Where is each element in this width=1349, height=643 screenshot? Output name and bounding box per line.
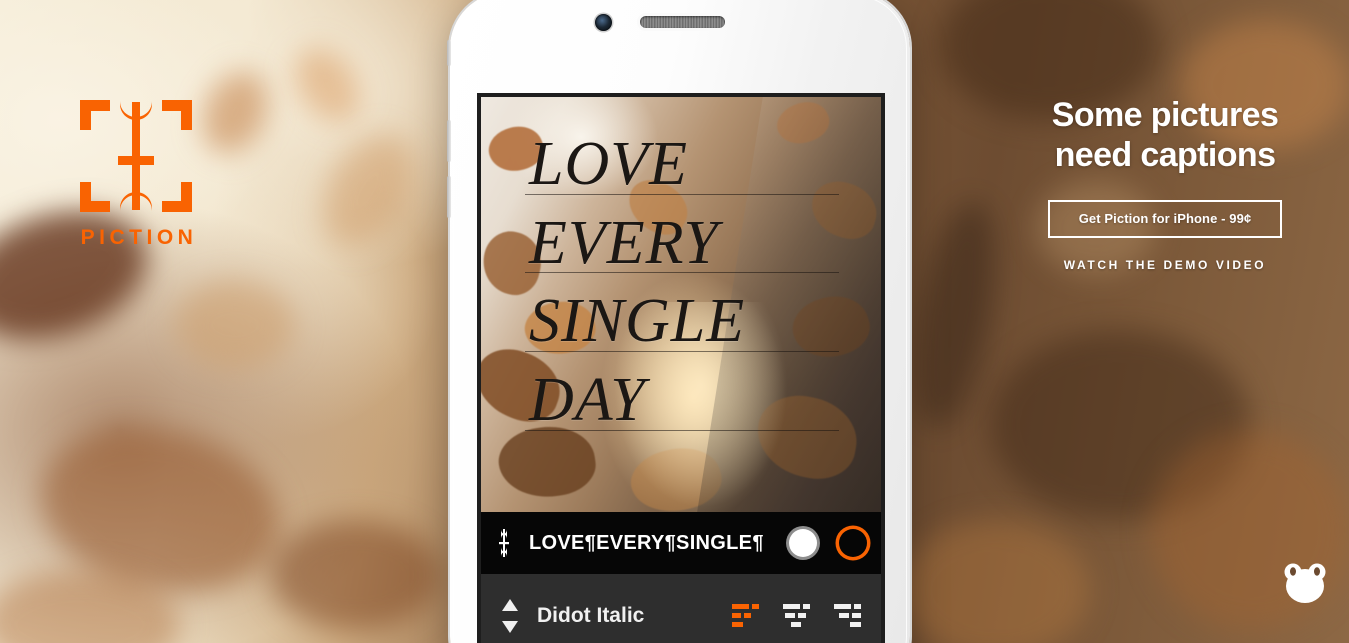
headline-line-1: Some pictures: [1051, 96, 1279, 134]
marketing-panel: Some pictures need captions Get Piction …: [1025, 96, 1305, 272]
device-screen: LOVE EVERY SINGLE DAY LOVE¶EVERY¶SINGLE¶…: [481, 97, 881, 643]
brand-logo[interactable]: PICTION: [80, 100, 198, 250]
mute-switch[interactable]: [447, 40, 451, 66]
caption-line: EVERY: [525, 204, 839, 283]
i-beam-cursor-icon: [495, 528, 513, 558]
up-down-stepper-icon[interactable]: [501, 598, 519, 633]
color-swatch-orange[interactable]: [839, 529, 867, 557]
get-piction-button[interactable]: Get Piction for iPhone - 99¢: [1048, 199, 1282, 238]
background-blur-blob: [175, 280, 295, 370]
font-toolbar: Didot Italic: [481, 574, 881, 643]
volume-up-button[interactable]: [447, 120, 451, 162]
headline-line-2: need captions: [1054, 135, 1276, 174]
photo-canvas[interactable]: LOVE EVERY SINGLE DAY: [481, 97, 881, 512]
background-blur-blob: [270, 520, 440, 630]
watch-demo-video-link[interactable]: WATCH THE DEMO VIDEO: [1025, 258, 1305, 272]
color-swatch-white[interactable]: [789, 529, 817, 557]
page-title: Some pictures need captions: [1025, 96, 1305, 176]
frog-face-icon[interactable]: [1279, 561, 1331, 605]
text-cursor-crop-marks-icon: [80, 100, 192, 212]
align-left-button[interactable]: [732, 602, 759, 629]
earpiece-speaker-icon: [640, 16, 725, 28]
caption-line: DAY: [525, 361, 839, 440]
align-center-button[interactable]: [783, 602, 810, 629]
crop-mark-top-left-icon: [80, 100, 110, 130]
photo-caption-overlay: LOVE EVERY SINGLE DAY: [525, 125, 839, 440]
caption-line: SINGLE: [525, 282, 839, 361]
front-camera-icon: [595, 14, 612, 31]
caption-input-bar: LOVE¶EVERY¶SINGLE¶: [481, 512, 881, 574]
iphone-device: LOVE EVERY SINGLE DAY LOVE¶EVERY¶SINGLE¶…: [447, 0, 910, 643]
brand-name: PICTION: [80, 226, 198, 249]
crop-mark-bottom-left-icon: [80, 182, 110, 212]
caption-line: LOVE: [525, 125, 839, 204]
caption-input[interactable]: LOVE¶EVERY¶SINGLE¶: [529, 532, 789, 555]
volume-down-button[interactable]: [447, 176, 451, 218]
leaf-shape: [624, 439, 728, 512]
text-alignment-group: [732, 602, 861, 629]
page-stage: PICTION Some pictures need captions Get …: [0, 0, 1349, 643]
crop-mark-top-right-icon: [162, 100, 192, 130]
i-beam-icon: [108, 100, 164, 212]
align-right-button[interactable]: [834, 602, 861, 629]
crop-mark-bottom-right-icon: [162, 182, 192, 212]
font-name-label[interactable]: Didot Italic: [537, 604, 732, 628]
